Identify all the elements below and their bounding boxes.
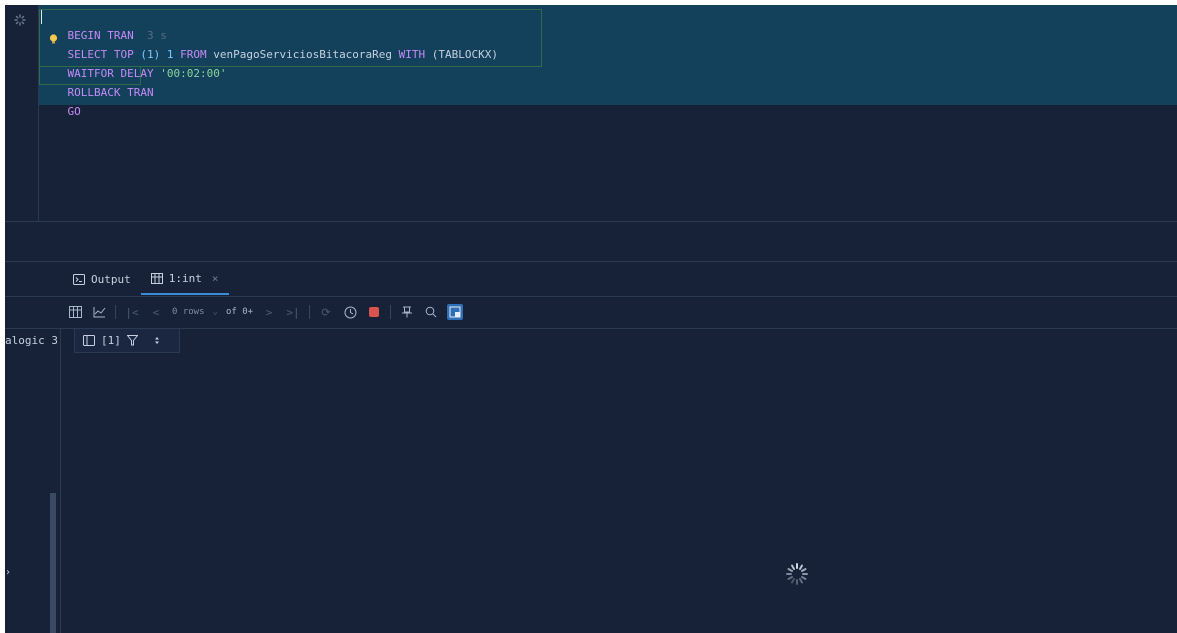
tabs-divider <box>5 296 1177 297</box>
left-pane-border <box>60 329 61 633</box>
sort-icon[interactable] <box>152 335 162 346</box>
last-page-icon[interactable]: >| <box>285 304 301 320</box>
table-icon <box>150 272 163 284</box>
session-label[interactable]: alogic 3 <box>5 332 57 350</box>
lightbulb-icon[interactable] <box>49 34 58 44</box>
code-line-2[interactable]: SELECT TOP (1) 1 FROM venPagoServiciosBi… <box>41 28 499 61</box>
keyword-with: WITH <box>398 48 426 61</box>
close-tab-icon[interactable]: × <box>212 272 219 285</box>
tab-result-1-int[interactable]: 1:int × <box>140 263 229 295</box>
toolbar-separator <box>115 305 116 319</box>
terminal-icon <box>73 273 85 285</box>
clock-icon[interactable] <box>342 304 358 320</box>
grid-column-header[interactable]: [1] <box>74 329 180 353</box>
tab-output[interactable]: Output <box>63 263 141 295</box>
code-line-3[interactable]: WAITFOR DELAY '00:02:00' <box>41 47 227 80</box>
code-line-5[interactable]: GO <box>41 85 81 118</box>
results-tab-bar: Output 1:int × <box>63 263 229 295</box>
rows-total: of 0+ <box>225 307 254 317</box>
panel-top-divider <box>5 261 1177 262</box>
chart-view-icon[interactable] <box>91 304 107 320</box>
ide-window: BEGIN TRAN 3 s SELECT TOP (1) 1 FROM ven… <box>5 5 1177 633</box>
code-line-4[interactable]: ROLLBACK TRAN <box>41 66 154 99</box>
scrollbar[interactable] <box>50 493 56 633</box>
in-editor-results-icon[interactable] <box>447 304 464 320</box>
refresh-icon[interactable]: ⟳ <box>318 304 334 320</box>
rows-count[interactable]: 0 rows <box>172 307 205 317</box>
first-page-icon[interactable]: |< <box>124 304 140 320</box>
results-toolbar: |< < 0 rows ⌄ of 0+ > >| ⟳ <box>67 301 464 323</box>
toolbar-separator <box>309 305 311 319</box>
table-view-icon[interactable] <box>67 304 83 320</box>
results-toolbar-divider <box>5 328 1177 329</box>
delay-string: '00:02:00' <box>160 67 227 80</box>
running-spinner-icon <box>14 14 26 26</box>
editor-bottom-divider <box>5 221 1177 222</box>
previous-page-icon[interactable]: < <box>148 304 164 320</box>
toolbar-separator <box>390 305 392 319</box>
filter-icon[interactable] <box>126 335 138 346</box>
next-page-icon[interactable]: > <box>261 304 277 320</box>
code-line-1[interactable]: BEGIN TRAN 3 s <box>41 9 167 42</box>
stop-icon[interactable] <box>366 304 382 320</box>
expand-arrow-icon[interactable]: › <box>5 567 11 578</box>
rows-dropdown-chevron-icon[interactable]: ⌄ <box>213 307 218 317</box>
text-caret <box>41 10 42 24</box>
pin-icon[interactable] <box>399 304 415 320</box>
keyword-go: GO <box>67 105 81 118</box>
column-panel-icon[interactable] <box>83 335 95 346</box>
search-icon[interactable] <box>423 304 439 320</box>
tab-result-label: 1:int <box>168 271 202 285</box>
tab-output-label: Output <box>91 272 131 286</box>
loading-spinner-icon <box>786 563 808 585</box>
table-name: venPagoServiciosBitacoraReg <box>213 48 393 61</box>
table-hint: (TABLOCKX) <box>431 48 499 61</box>
column-header-label: [1] <box>101 334 121 347</box>
